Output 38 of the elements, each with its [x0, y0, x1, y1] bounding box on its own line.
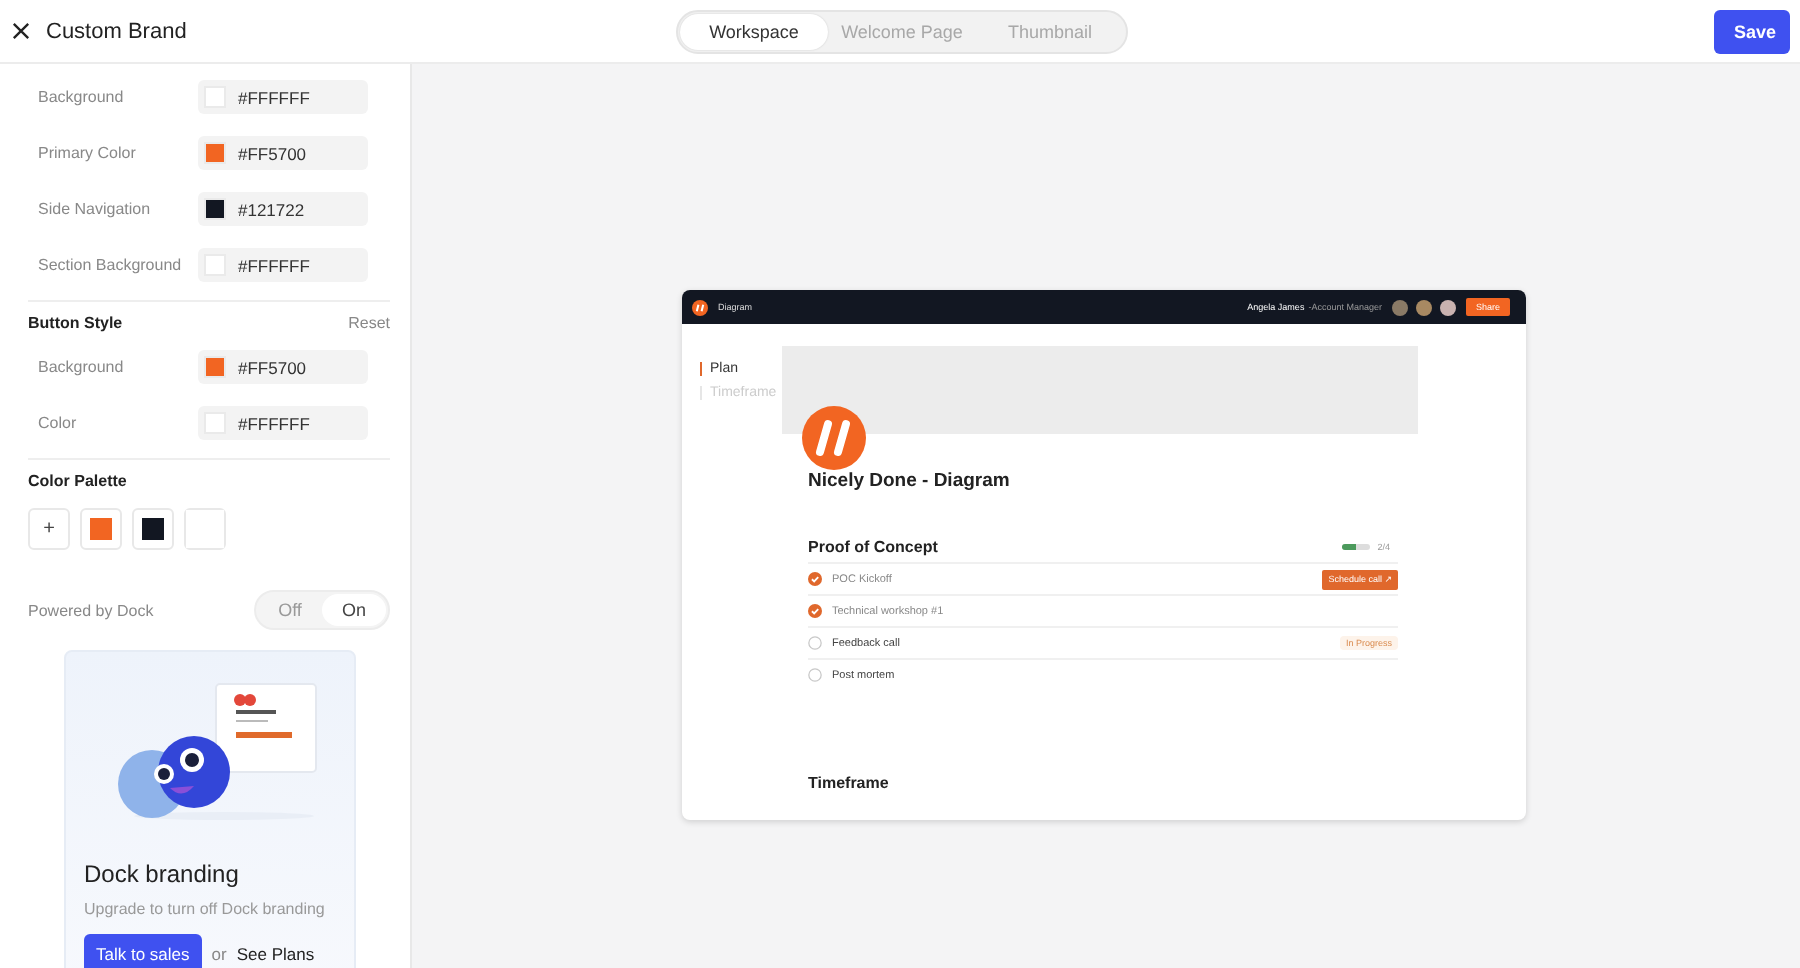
- logo-icon: [802, 406, 866, 470]
- field-label: Primary Color: [38, 144, 136, 162]
- close-icon[interactable]: [12, 22, 30, 40]
- or-text: or: [211, 944, 227, 964]
- talk-to-sales-button[interactable]: Talk to sales: [84, 934, 202, 968]
- field-label: Color: [38, 414, 77, 432]
- promo-title: Dock branding: [84, 860, 241, 888]
- checked-icon[interactable]: [808, 604, 822, 618]
- unchecked-icon[interactable]: [808, 668, 822, 682]
- field-label: Background: [38, 88, 124, 106]
- palette-swatch[interactable]: [80, 508, 122, 550]
- unchecked-icon[interactable]: [808, 636, 822, 650]
- page-title: Custom Brand: [46, 19, 187, 43]
- promo-text: Upgrade to turn off Dock branding: [84, 900, 327, 918]
- preview-title: Nicely Done - Diagram: [808, 470, 1012, 492]
- palette-swatch[interactable]: [132, 508, 174, 550]
- section-heading: Timeframe: [808, 774, 891, 792]
- plan-title: Proof of Concept: [808, 538, 938, 556]
- tab[interactable]: Workspace: [680, 14, 828, 50]
- section-title: Button Style: [28, 314, 123, 332]
- color-field[interactable]: #FFFFFF: [198, 248, 368, 282]
- field-label: Section Background: [38, 256, 182, 274]
- color-field[interactable]: #121722: [198, 192, 368, 226]
- reset-link[interactable]: Reset: [348, 314, 390, 332]
- section-title: Color Palette: [28, 472, 127, 490]
- toggle-label: Powered by Dock: [28, 601, 154, 619]
- color-field[interactable]: #FF5700: [198, 136, 368, 170]
- add-color-button[interactable]: +: [28, 508, 70, 550]
- color-field[interactable]: #FFFFFF: [198, 80, 368, 114]
- field-label: Side Navigation: [38, 200, 151, 218]
- toggle-option[interactable]: On: [322, 594, 386, 626]
- save-button[interactable]: Save: [1714, 9, 1790, 53]
- see-plans-link[interactable]: See Plans: [236, 944, 315, 964]
- color-field[interactable]: #FFFFFF: [198, 406, 368, 440]
- checked-icon[interactable]: [808, 572, 822, 586]
- color-field[interactable]: #FF5700: [198, 350, 368, 384]
- logo-icon: [692, 299, 708, 315]
- field-label: Background: [38, 358, 124, 376]
